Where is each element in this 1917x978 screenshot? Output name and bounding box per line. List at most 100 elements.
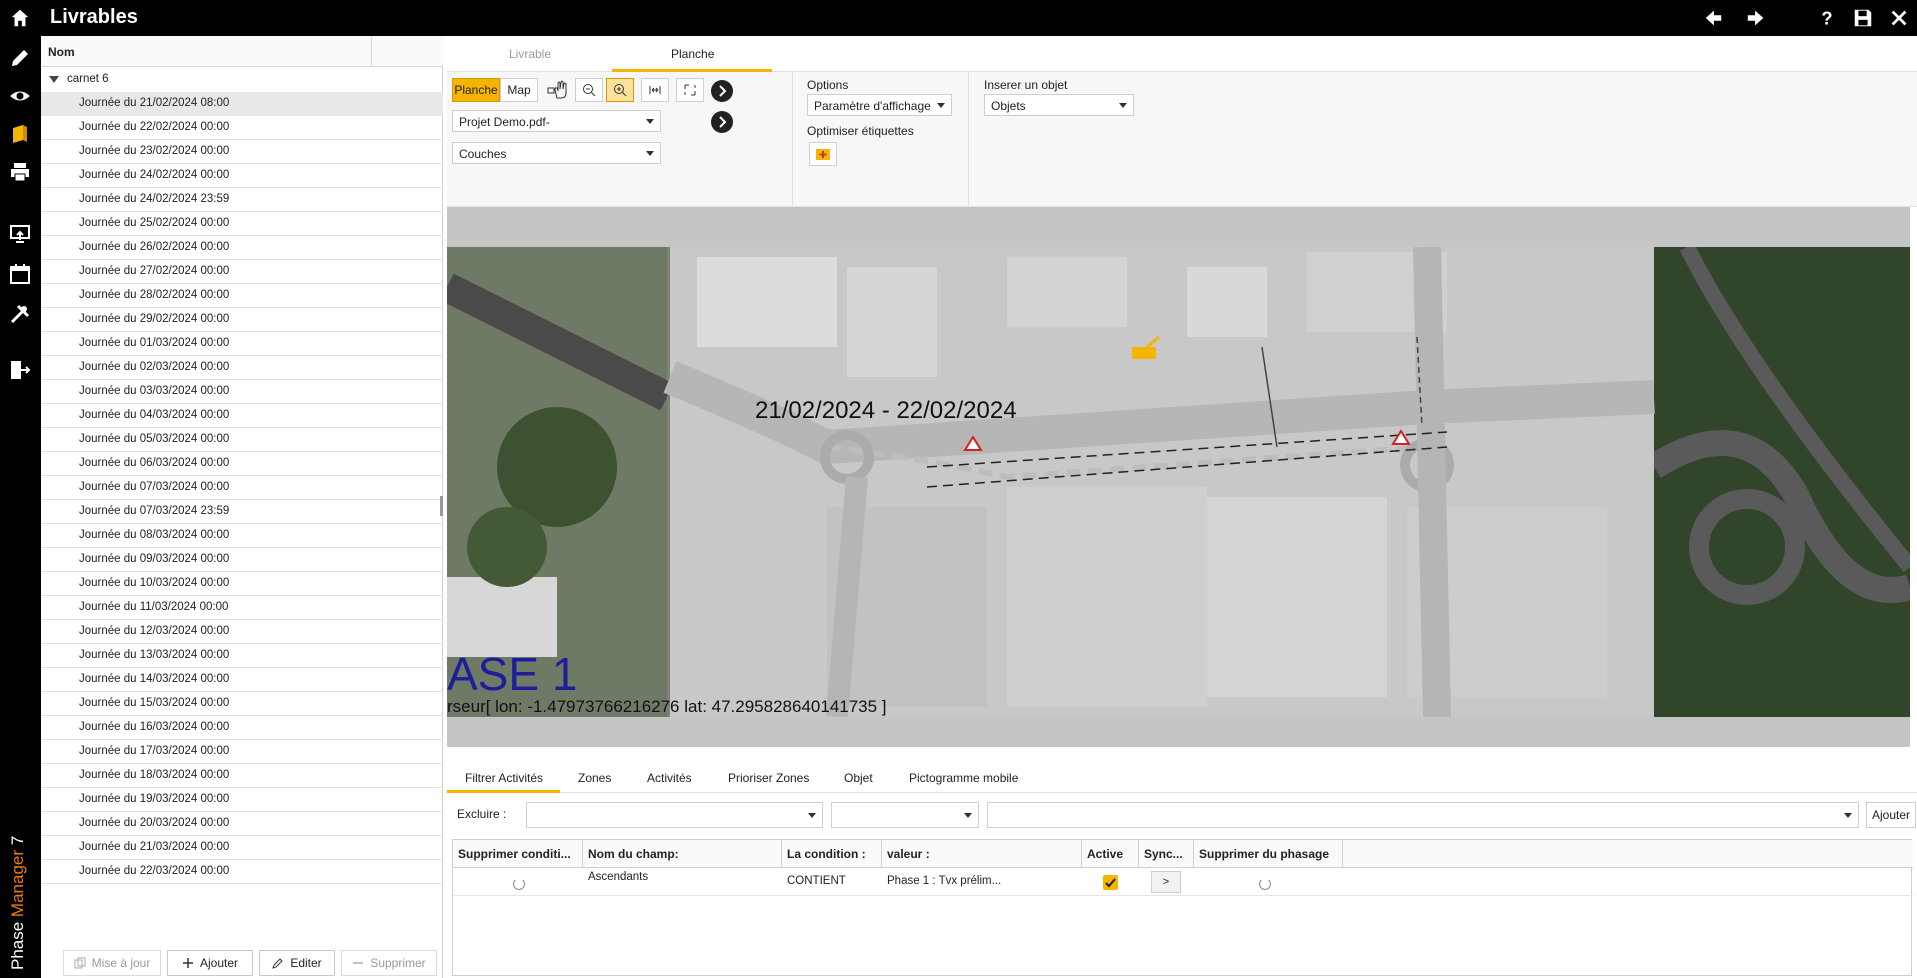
grid-header-condition[interactable]: La condition : [782, 840, 882, 868]
insert-object-select[interactable]: Objets [984, 94, 1134, 116]
fit-page-button[interactable] [676, 78, 704, 102]
tab-pictogramme-mobile[interactable]: Pictogramme mobile [909, 771, 1018, 785]
tab-livrable[interactable]: Livrable [509, 47, 551, 61]
table-row[interactable]: Ascendants CONTIENT Phase 1 : Tvx prélim… [453, 868, 1913, 896]
planche-toggle-button[interactable]: Planche [452, 78, 500, 102]
options-select[interactable]: Paramètre d'affichage [807, 94, 952, 116]
list-item-label: Journée du 28/02/2024 00:00 [79, 289, 230, 301]
exclude-condition-select[interactable] [831, 802, 979, 828]
grid-header-value[interactable]: valeur : [882, 840, 1082, 868]
expand-triangle-icon[interactable] [49, 76, 59, 83]
list-item[interactable]: Journée du 10/03/2024 00:00 [41, 572, 443, 596]
list-scrollbar[interactable] [440, 496, 443, 516]
grid-header-delete-condition[interactable]: Supprimer conditi... [453, 840, 583, 868]
next-arrow-button[interactable] [711, 80, 733, 102]
printer-icon[interactable] [8, 160, 32, 184]
list-item[interactable]: Journée du 11/03/2024 00:00 [41, 596, 443, 620]
list-item[interactable]: Journée du 26/02/2024 00:00 [41, 236, 443, 260]
zoom-in-button[interactable] [606, 78, 634, 102]
group-row[interactable]: carnet 6 [41, 69, 443, 91]
optimise-labels-button[interactable] [809, 142, 837, 166]
monitor-upload-icon[interactable] [8, 222, 32, 246]
list-item[interactable]: Journée du 15/03/2024 00:00 [41, 692, 443, 716]
grid-header-delete-phasing[interactable]: Supprimer du phasage [1194, 840, 1343, 868]
pan-hand-button[interactable] [543, 78, 573, 102]
list-item[interactable]: Journée du 27/02/2024 00:00 [41, 260, 443, 284]
grid-header-active[interactable]: Active [1082, 840, 1139, 868]
pencil-icon[interactable] [8, 46, 32, 70]
project-select[interactable]: Projet Demo.pdf- [452, 110, 661, 132]
list-item-label: Journée du 27/02/2024 00:00 [79, 265, 230, 277]
list-item[interactable]: Journée du 08/03/2024 00:00 [41, 524, 443, 548]
active-checkbox[interactable] [1103, 875, 1118, 890]
list-item[interactable]: Journée du 02/03/2024 00:00 [41, 356, 443, 380]
list-item[interactable]: Journée du 17/03/2024 00:00 [41, 740, 443, 764]
list-item[interactable]: Journée du 03/03/2024 00:00 [41, 380, 443, 404]
list-item[interactable]: Journée du 24/02/2024 23:59 [41, 188, 443, 212]
tools-icon[interactable] [8, 302, 32, 326]
exclude-value-select[interactable] [987, 802, 1859, 828]
list-item[interactable]: Journée du 13/03/2024 00:00 [41, 644, 443, 668]
project-next-button[interactable] [711, 111, 733, 133]
layers-select[interactable]: Couches [452, 142, 661, 164]
list-item[interactable]: Journée du 28/02/2024 00:00 [41, 284, 443, 308]
grid-header-sync[interactable]: Sync... [1139, 840, 1194, 868]
list-item[interactable]: Journée du 20/03/2024 00:00 [41, 812, 443, 836]
list-item-label: Journée du 13/03/2024 00:00 [79, 649, 230, 661]
list-item[interactable]: Journée du 05/03/2024 00:00 [41, 428, 443, 452]
edit-button[interactable]: Editer [259, 950, 335, 976]
arrow-left-icon[interactable] [1702, 7, 1724, 29]
book-icon[interactable] [8, 122, 32, 146]
zoom-out-button[interactable] [575, 78, 603, 102]
home-icon[interactable] [9, 7, 31, 29]
help-icon[interactable]: ? [1816, 7, 1838, 29]
list-item[interactable]: Journée du 07/03/2024 23:59 [41, 500, 443, 524]
loading-icon[interactable] [1259, 878, 1271, 890]
list-item[interactable]: Journée du 07/03/2024 00:00 [41, 476, 443, 500]
list-item[interactable]: Journée du 21/03/2024 00:00 [41, 836, 443, 860]
list-item[interactable]: Journée du 19/03/2024 00:00 [41, 788, 443, 812]
list-item[interactable]: Journée du 23/02/2024 00:00 [41, 140, 443, 164]
column-header-name[interactable]: Nom [48, 45, 75, 59]
sync-button[interactable]: > [1151, 871, 1181, 893]
update-button[interactable]: Mise à jour [63, 950, 161, 976]
list-item[interactable]: Journée du 16/03/2024 00:00 [41, 716, 443, 740]
exclude-field-select[interactable] [526, 802, 823, 828]
tab-filtrer-activites[interactable]: Filtrer Activités [465, 771, 543, 785]
tab-zones[interactable]: Zones [578, 771, 611, 785]
column-separator[interactable] [371, 36, 372, 67]
list-item[interactable]: Journée du 09/03/2024 00:00 [41, 548, 443, 572]
close-icon[interactable] [1888, 7, 1910, 29]
list-item[interactable]: Journée du 25/02/2024 00:00 [41, 212, 443, 236]
tab-planche[interactable]: Planche [671, 47, 714, 61]
fit-width-button[interactable] [641, 78, 669, 102]
save-icon[interactable] [1852, 7, 1874, 29]
list-item[interactable]: Journée du 21/02/2024 08:00 [41, 92, 443, 116]
list-item-label: Journée du 23/02/2024 00:00 [79, 145, 230, 157]
tab-objet[interactable]: Objet [844, 771, 873, 785]
arrow-right-icon[interactable] [1745, 7, 1767, 29]
deliverables-list-panel: Nom carnet 6 Journée du 21/02/2024 08:00… [41, 36, 443, 978]
list-item[interactable]: Journée du 18/03/2024 00:00 [41, 764, 443, 788]
map-toggle-button[interactable]: Map [500, 78, 538, 102]
filter-add-button[interactable]: Ajouter [1866, 802, 1916, 828]
logout-icon[interactable] [8, 358, 32, 382]
list-item-label: Journée du 16/03/2024 00:00 [79, 721, 230, 733]
loading-icon[interactable] [513, 878, 525, 890]
list-item[interactable]: Journée du 04/03/2024 00:00 [41, 404, 443, 428]
list-item[interactable]: Journée du 12/03/2024 00:00 [41, 620, 443, 644]
calendar-icon[interactable] [8, 262, 32, 286]
list-item[interactable]: Journée du 22/02/2024 00:00 [41, 116, 443, 140]
list-item[interactable]: Journée du 06/03/2024 00:00 [41, 452, 443, 476]
map-canvas[interactable]: 21/02/2024 - 22/02/2024 ASE 1 rseur[ lon… [447, 207, 1910, 747]
add-button[interactable]: Ajouter [167, 950, 253, 976]
list-item[interactable]: Journée du 01/03/2024 00:00 [41, 332, 443, 356]
tab-activites[interactable]: Activités [647, 771, 692, 785]
list-item[interactable]: Journée du 24/02/2024 00:00 [41, 164, 443, 188]
list-item[interactable]: Journée du 22/03/2024 00:00 [41, 860, 443, 884]
delete-button[interactable]: Supprimer [341, 950, 437, 976]
list-item[interactable]: Journée du 14/03/2024 00:00 [41, 668, 443, 692]
eye-icon[interactable] [8, 84, 32, 108]
tab-prioriser-zones[interactable]: Prioriser Zones [728, 771, 809, 785]
list-item[interactable]: Journée du 29/02/2024 00:00 [41, 308, 443, 332]
